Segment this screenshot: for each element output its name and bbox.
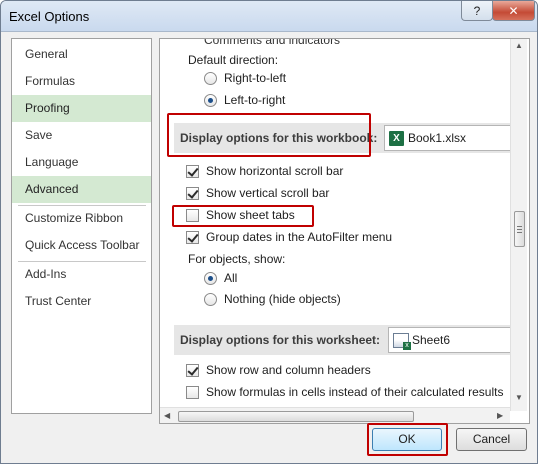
nav-item-add-ins[interactable]: Add-Ins [12, 261, 151, 288]
horizontal-scroll-thumb[interactable] [178, 411, 414, 422]
title-bar[interactable]: Excel Options ? ✕ [1, 1, 537, 32]
horizontal-scroll-option[interactable]: Show horizontal scroll bar [186, 164, 343, 178]
scroll-left-arrow-icon[interactable]: ◀ [164, 411, 170, 420]
horizontal-scroll-label: Show horizontal scroll bar [206, 164, 344, 178]
vertical-scroll-label: Show vertical scroll bar [206, 186, 330, 200]
sheet-tabs-checkbox[interactable] [186, 208, 199, 222]
excel-options-dialog: Excel Options ? ✕ General Formulas Proof… [0, 0, 538, 464]
workbook-select[interactable]: X Book1.xlsx [384, 125, 512, 151]
nav-item-language[interactable]: Language [12, 149, 151, 176]
all-objects-radio[interactable] [204, 271, 217, 285]
nav-item-formulas[interactable]: Formulas [12, 68, 151, 95]
grip-line [517, 229, 522, 230]
ok-button[interactable]: OK [372, 428, 442, 451]
horizontal-scrollbar[interactable]: ◀ ▶ [160, 407, 510, 423]
row-column-headers-label: Show row and column headers [206, 363, 371, 377]
advanced-options-panel: Comments and indicators Default directio… [159, 38, 530, 424]
rtl-label: Right-to-left [224, 71, 287, 85]
nav-item-advanced[interactable]: Advanced [12, 176, 151, 203]
sheet-tabs-label: Show sheet tabs [206, 208, 295, 222]
workbook-section-label: Display options for this workbook: [180, 131, 378, 145]
row-column-headers-option[interactable]: Show row and column headers [186, 363, 371, 377]
rtl-option[interactable]: Right-to-left [204, 71, 286, 85]
help-button[interactable]: ? [461, 1, 493, 21]
show-formulas-option[interactable]: Show formulas in cells instead of their … [186, 385, 503, 399]
worksheet-select-value: Sheet6 [412, 333, 451, 347]
hide-objects-option[interactable]: Nothing (hide objects) [204, 292, 341, 306]
grip-line [517, 226, 522, 227]
ltr-label: Left-to-right [224, 93, 286, 107]
comments-indicators-label: Comments and indicators [204, 38, 341, 47]
show-formulas-label: Show formulas in cells instead of their … [206, 385, 504, 399]
nav-item-save[interactable]: Save [12, 122, 151, 149]
rtl-radio[interactable] [204, 71, 217, 85]
worksheet-select[interactable]: Sheet6 [388, 327, 512, 353]
sheet-tabs-option[interactable]: Show sheet tabs [186, 208, 295, 222]
for-objects-label: For objects, show: [188, 252, 286, 266]
group-dates-checkbox[interactable] [186, 230, 199, 244]
all-objects-label: All [224, 271, 238, 285]
scroll-up-arrow-icon[interactable]: ▲ [515, 41, 523, 50]
nav-item-quick-access-toolbar[interactable]: Quick Access Toolbar [12, 232, 151, 259]
hide-objects-label: Nothing (hide objects) [224, 292, 341, 306]
nav-item-customize-ribbon[interactable]: Customize Ribbon [12, 205, 151, 232]
worksheet-section-label: Display options for this worksheet: [180, 333, 381, 347]
close-button[interactable]: ✕ [492, 1, 535, 21]
vertical-scroll-thumb[interactable] [514, 211, 525, 247]
ltr-radio[interactable] [204, 93, 217, 107]
scroll-down-arrow-icon[interactable]: ▼ [515, 393, 523, 402]
dialog-title: Excel Options [9, 9, 90, 24]
cancel-button[interactable]: Cancel [456, 428, 527, 451]
worksheet-icon [393, 332, 411, 350]
group-dates-label: Group dates in the AutoFilter menu [206, 230, 393, 244]
hide-objects-radio[interactable] [204, 292, 217, 306]
nav-item-trust-center[interactable]: Trust Center [12, 288, 151, 315]
excel-workbook-icon: X [389, 130, 404, 146]
nav-item-general[interactable]: General [12, 41, 151, 68]
default-direction-label: Default direction: [188, 53, 279, 67]
all-objects-option[interactable]: All [204, 271, 237, 285]
workbook-select-value: Book1.xlsx [408, 131, 467, 145]
nav-item-proofing[interactable]: Proofing [12, 95, 151, 122]
show-formulas-checkbox[interactable] [186, 385, 199, 399]
options-nav: General Formulas Proofing Save Language … [11, 38, 152, 414]
vertical-scroll-checkbox[interactable] [186, 186, 199, 200]
horizontal-scroll-checkbox[interactable] [186, 164, 199, 178]
grip-line [517, 232, 522, 233]
scroll-right-arrow-icon[interactable]: ▶ [497, 411, 503, 420]
group-dates-option[interactable]: Group dates in the AutoFilter menu [186, 230, 392, 244]
ltr-option[interactable]: Left-to-right [204, 93, 285, 107]
row-column-headers-checkbox[interactable] [186, 363, 199, 377]
vertical-scroll-option[interactable]: Show vertical scroll bar [186, 186, 329, 200]
vertical-scrollbar[interactable]: ▲ ▼ [510, 39, 527, 411]
